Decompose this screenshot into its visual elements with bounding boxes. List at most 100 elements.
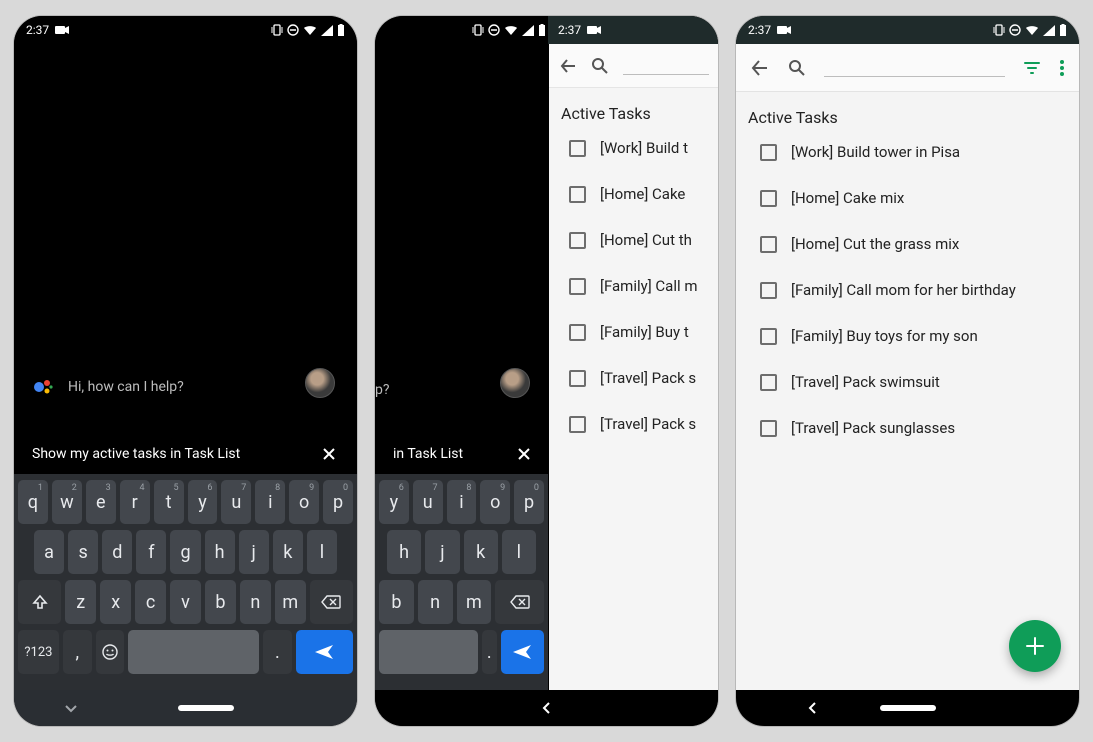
key-i[interactable]: i8 xyxy=(447,480,477,524)
key-e[interactable]: e3 xyxy=(86,480,116,524)
fab-add-task[interactable] xyxy=(1009,620,1061,672)
key-i[interactable]: i8 xyxy=(255,480,285,524)
key-j[interactable]: j xyxy=(239,530,269,574)
key-u[interactable]: u7 xyxy=(221,480,251,524)
key-x[interactable]: x xyxy=(100,580,131,624)
period-key[interactable]: . xyxy=(263,630,292,674)
key-k[interactable]: k xyxy=(464,530,498,574)
more-vert-icon[interactable] xyxy=(1059,59,1065,77)
task-checkbox[interactable] xyxy=(760,328,777,345)
backspace-key[interactable] xyxy=(495,580,544,624)
key-z[interactable]: z xyxy=(65,580,96,624)
key-l[interactable]: l xyxy=(502,530,536,574)
key-f[interactable]: f xyxy=(136,530,166,574)
task-row[interactable]: [Home] Cake xyxy=(549,171,718,217)
task-row[interactable]: [Travel] Pack swimsuit xyxy=(736,359,1079,405)
key-y[interactable]: y6 xyxy=(379,480,409,524)
search-icon[interactable] xyxy=(788,59,806,77)
chevron-down-icon[interactable] xyxy=(64,701,78,715)
key-o[interactable]: o9 xyxy=(289,480,319,524)
task-checkbox[interactable] xyxy=(569,278,586,295)
key-y[interactable]: y6 xyxy=(188,480,218,524)
task-row[interactable]: [Work] Build tower in Pisa xyxy=(736,129,1079,175)
task-checkbox[interactable] xyxy=(569,370,586,387)
key-d[interactable]: d xyxy=(102,530,132,574)
back-icon[interactable] xyxy=(806,701,820,715)
task-checkbox[interactable] xyxy=(569,232,586,249)
back-arrow-icon[interactable] xyxy=(559,57,577,75)
comma-key[interactable]: , xyxy=(63,630,92,674)
key-b[interactable]: b xyxy=(205,580,236,624)
task-checkbox[interactable] xyxy=(760,236,777,253)
task-checkbox[interactable] xyxy=(760,190,777,207)
symbols-key[interactable]: ?123 xyxy=(18,630,59,674)
key-m[interactable]: m xyxy=(275,580,306,624)
task-row[interactable]: [Work] Build t xyxy=(549,125,718,171)
home-pill[interactable] xyxy=(880,705,936,711)
user-avatar[interactable] xyxy=(500,368,530,398)
key-u[interactable]: u7 xyxy=(413,480,443,524)
task-row[interactable]: [Home] Cake mix xyxy=(736,175,1079,221)
task-checkbox[interactable] xyxy=(569,186,586,203)
key-m[interactable]: m xyxy=(457,580,492,624)
period-key[interactable]: . xyxy=(482,630,497,674)
task-checkbox[interactable] xyxy=(760,374,777,391)
back-icon[interactable] xyxy=(540,701,554,715)
key-j[interactable]: j xyxy=(425,530,459,574)
soft-keyboard[interactable]: y6u7i8o9p0 hjkl bnm . xyxy=(375,474,548,690)
task-checkbox[interactable] xyxy=(760,420,777,437)
task-checkbox[interactable] xyxy=(569,324,586,341)
key-p[interactable]: p0 xyxy=(514,480,544,524)
key-t[interactable]: t5 xyxy=(154,480,184,524)
task-checkbox[interactable] xyxy=(760,144,777,161)
key-k[interactable]: k xyxy=(273,530,303,574)
key-n[interactable]: n xyxy=(240,580,271,624)
close-icon[interactable] xyxy=(319,444,339,464)
key-r[interactable]: r4 xyxy=(120,480,150,524)
back-arrow-icon[interactable] xyxy=(750,58,770,78)
task-row[interactable]: [Travel] Pack sunglasses xyxy=(736,405,1079,451)
task-checkbox[interactable] xyxy=(760,282,777,299)
task-checkbox[interactable] xyxy=(569,140,586,157)
filter-icon[interactable] xyxy=(1023,59,1041,77)
key-v[interactable]: v xyxy=(170,580,201,624)
assistant-query-chip[interactable]: in Task List xyxy=(387,434,540,474)
task-row[interactable]: [Home] Cut th xyxy=(549,217,718,263)
send-key[interactable] xyxy=(296,630,353,674)
task-row[interactable]: [Family] Call m xyxy=(549,263,718,309)
key-g[interactable]: g xyxy=(170,530,200,574)
close-icon[interactable] xyxy=(514,444,534,464)
key-l[interactable]: l xyxy=(307,530,337,574)
task-row[interactable]: [Family] Buy toys for my son xyxy=(736,313,1079,359)
nav-bar[interactable] xyxy=(736,690,1079,726)
nav-bar[interactable] xyxy=(375,690,718,726)
backspace-key[interactable] xyxy=(310,580,353,624)
key-h[interactable]: h xyxy=(205,530,235,574)
send-key[interactable] xyxy=(501,630,544,674)
key-a[interactable]: a xyxy=(34,530,64,574)
key-h[interactable]: h xyxy=(387,530,421,574)
task-checkbox[interactable] xyxy=(569,416,586,433)
home-pill[interactable] xyxy=(178,705,234,711)
key-o[interactable]: o9 xyxy=(480,480,510,524)
space-key[interactable] xyxy=(379,630,478,674)
shift-key[interactable] xyxy=(18,580,61,624)
soft-keyboard[interactable]: q1w2e3r4t5y6u7i8o9p0 asdfghjkl zxcvbnm ?… xyxy=(14,474,357,690)
user-avatar[interactable] xyxy=(305,368,335,398)
task-row[interactable]: [Family] Call mom for her birthday xyxy=(736,267,1079,313)
nav-bar[interactable] xyxy=(14,690,357,726)
key-q[interactable]: q1 xyxy=(18,480,48,524)
key-w[interactable]: w2 xyxy=(52,480,82,524)
task-row[interactable]: [Travel] Pack s xyxy=(549,355,718,401)
task-row[interactable]: [Family] Buy t xyxy=(549,309,718,355)
assistant-query-chip[interactable]: Show my active tasks in Task List xyxy=(26,434,345,474)
task-row[interactable]: [Travel] Pack s xyxy=(549,401,718,447)
search-icon[interactable] xyxy=(591,57,609,75)
space-key[interactable] xyxy=(128,630,259,674)
key-s[interactable]: s xyxy=(68,530,98,574)
key-p[interactable]: p0 xyxy=(323,480,353,524)
key-c[interactable]: c xyxy=(135,580,166,624)
task-row[interactable]: [Home] Cut the grass mix xyxy=(736,221,1079,267)
key-b[interactable]: b xyxy=(379,580,414,624)
key-n[interactable]: n xyxy=(418,580,453,624)
